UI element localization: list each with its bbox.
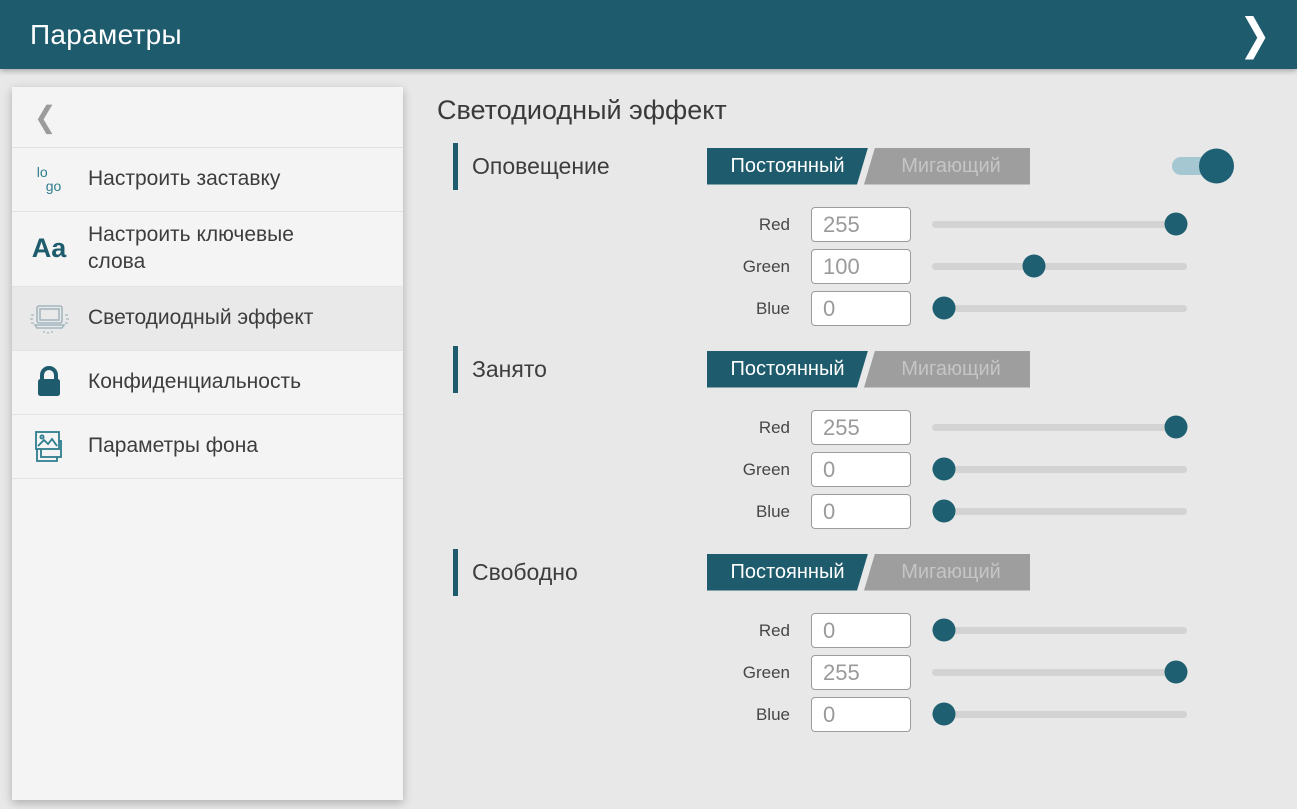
- section-label: Свободно: [472, 559, 707, 586]
- section-busy: Занято Постоянный Мигающий Red Green: [437, 345, 1297, 529]
- slider-track[interactable]: [932, 711, 1187, 718]
- red-slider-thumb[interactable]: [1164, 416, 1187, 439]
- chevron-left-icon: ❮: [34, 102, 57, 132]
- green-label: Green: [437, 460, 790, 480]
- blue-label: Blue: [437, 705, 790, 725]
- slider-track[interactable]: [932, 305, 1187, 312]
- red-value-input[interactable]: [811, 410, 911, 445]
- red-slider[interactable]: [932, 613, 1187, 648]
- sidebar-item-label: Настроить ключевые слова: [88, 222, 333, 276]
- sidebar-item-label: Светодиодный эффект: [88, 305, 313, 332]
- mode-constant-button[interactable]: Постоянный: [707, 148, 868, 185]
- section-label: Занято: [472, 356, 707, 383]
- slider-track[interactable]: [932, 508, 1187, 515]
- red-slider[interactable]: [932, 410, 1187, 445]
- blue-value-input[interactable]: [811, 494, 911, 529]
- green-slider-thumb[interactable]: [1023, 255, 1046, 278]
- sidebar-item-background[interactable]: Параметры фона: [12, 415, 403, 479]
- lock-icon: [24, 365, 74, 399]
- blue-value-input[interactable]: [811, 291, 911, 326]
- toggle-knob: [1199, 149, 1234, 184]
- blue-slider[interactable]: [932, 291, 1187, 326]
- slider-track[interactable]: [932, 221, 1187, 228]
- red-value-input[interactable]: [811, 613, 911, 648]
- blue-slider[interactable]: [932, 494, 1187, 529]
- section-accent-bar: [453, 143, 458, 190]
- section-label: Оповещение: [472, 153, 707, 180]
- blue-slider[interactable]: [932, 697, 1187, 732]
- main-title: Светодиодный эффект: [437, 95, 1297, 126]
- red-value-input[interactable]: [811, 207, 911, 242]
- slider-track[interactable]: [932, 466, 1187, 473]
- red-label: Red: [437, 215, 790, 235]
- section-notification: Оповещение Постоянный Мигающий Red Green: [437, 142, 1297, 326]
- sidebar-item-label: Настроить заставку: [88, 166, 280, 193]
- green-slider-thumb[interactable]: [1164, 661, 1187, 684]
- monitor-icon: [24, 301, 74, 335]
- red-slider-thumb[interactable]: [1164, 213, 1187, 236]
- text-aa-icon: Aa: [24, 233, 74, 264]
- logo-icon: lo go: [24, 166, 74, 193]
- green-value-input[interactable]: [811, 452, 911, 487]
- sidebar-item-splash-screen[interactable]: lo go Настроить заставку: [12, 148, 403, 212]
- mode-segmented-control: Постоянный Мигающий: [707, 554, 1030, 591]
- green-slider[interactable]: [932, 655, 1187, 690]
- notification-led-toggle[interactable]: [1172, 148, 1226, 184]
- sidebar-item-privacy[interactable]: Конфиденциальность: [12, 351, 403, 415]
- mode-segmented-control: Постоянный Мигающий: [707, 148, 1030, 185]
- mode-blinking-button[interactable]: Мигающий: [864, 351, 1030, 388]
- slider-track[interactable]: [932, 263, 1187, 270]
- blue-label: Blue: [437, 299, 790, 319]
- green-label: Green: [437, 257, 790, 277]
- sidebar-item-led-effect[interactable]: Светодиодный эффект: [12, 287, 403, 351]
- green-slider[interactable]: [932, 249, 1187, 284]
- led-effect-panel: Светодиодный эффект Оповещение Постоянны…: [437, 95, 1297, 751]
- mode-blinking-button[interactable]: Мигающий: [864, 554, 1030, 591]
- mode-blinking-button[interactable]: Мигающий: [864, 148, 1030, 185]
- red-slider-thumb[interactable]: [932, 619, 955, 642]
- sidebar-item-label: Конфиденциальность: [88, 369, 301, 396]
- images-icon: [24, 429, 74, 463]
- section-accent-bar: [453, 346, 458, 393]
- slider-track[interactable]: [932, 424, 1187, 431]
- page-title: Параметры: [30, 19, 182, 51]
- blue-value-input[interactable]: [811, 697, 911, 732]
- green-value-input[interactable]: [811, 655, 911, 690]
- sidebar-item-keywords[interactable]: Aa Настроить ключевые слова: [12, 212, 403, 287]
- slider-track[interactable]: [932, 669, 1187, 676]
- section-free: Свободно Постоянный Мигающий Red Green: [437, 548, 1297, 732]
- sidebar-back-button[interactable]: ❮: [12, 87, 403, 148]
- blue-label: Blue: [437, 502, 790, 522]
- red-label: Red: [437, 621, 790, 641]
- green-value-input[interactable]: [811, 249, 911, 284]
- chevron-right-icon[interactable]: ❯: [1239, 13, 1271, 57]
- app-header: Параметры ❯: [0, 0, 1297, 69]
- green-label: Green: [437, 663, 790, 683]
- red-label: Red: [437, 418, 790, 438]
- section-accent-bar: [453, 549, 458, 596]
- green-slider[interactable]: [932, 452, 1187, 487]
- red-slider[interactable]: [932, 207, 1187, 242]
- mode-constant-button[interactable]: Постоянный: [707, 351, 868, 388]
- green-slider-thumb[interactable]: [932, 458, 955, 481]
- blue-slider-thumb[interactable]: [932, 297, 955, 320]
- mode-segmented-control: Постоянный Мигающий: [707, 351, 1030, 388]
- blue-slider-thumb[interactable]: [932, 500, 955, 523]
- slider-track[interactable]: [932, 627, 1187, 634]
- sidebar-item-label: Параметры фона: [88, 433, 258, 460]
- mode-constant-button[interactable]: Постоянный: [707, 554, 868, 591]
- blue-slider-thumb[interactable]: [932, 703, 955, 726]
- sidebar: ❮ lo go Настроить заставку Aa Настроить …: [12, 87, 403, 800]
